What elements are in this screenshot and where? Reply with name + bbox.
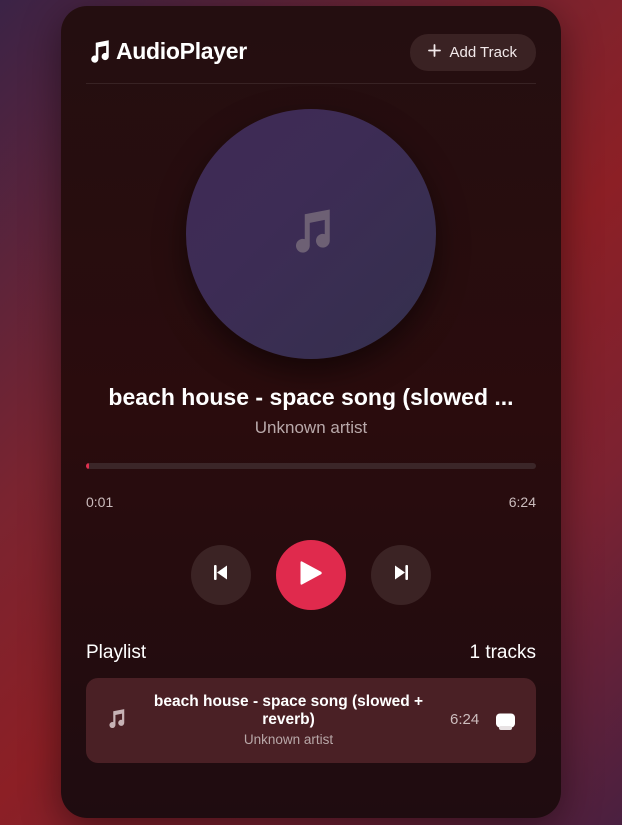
skip-back-icon: [214, 565, 228, 585]
playlist-item[interactable]: beach house - space song (slowed + rever…: [86, 678, 536, 763]
next-button[interactable]: [371, 545, 431, 605]
add-track-button[interactable]: Add Track: [410, 34, 536, 71]
brand: AudioPlayer: [86, 38, 247, 65]
app-title: AudioPlayer: [116, 38, 247, 64]
playlist-item-title: beach house - space song (slowed + rever…: [153, 693, 424, 728]
plus-icon: [428, 44, 442, 61]
header: AudioPlayer Add Track: [86, 34, 536, 84]
duration: 6:24: [508, 494, 536, 510]
music-note-icon: [286, 207, 336, 262]
playlist-label: Playlist: [86, 642, 147, 663]
progress-bar[interactable]: [86, 463, 536, 469]
add-track-label: Add Track: [449, 44, 517, 61]
playlist-item-text: beach house - space song (slowed + rever…: [141, 693, 436, 747]
skip-forward-icon: [394, 565, 408, 585]
album-art: [186, 109, 436, 359]
playlist-item-artist: Unknown artist: [243, 732, 334, 747]
current-time: 0:01: [86, 494, 114, 510]
track-title: beach house - space song (slowed ...: [108, 384, 514, 410]
track-artist: Unknown artist: [254, 418, 368, 437]
playback-controls: [61, 540, 561, 610]
music-note-icon: [86, 39, 112, 65]
header-divider: [86, 83, 536, 84]
progress-fill: [86, 463, 89, 469]
track-count: 1 tracks: [469, 642, 536, 663]
play-button[interactable]: [276, 540, 346, 610]
player-card: AudioPlayer Add Track beach house - spac…: [61, 6, 561, 818]
playlist-item-duration: 6:24: [450, 711, 480, 728]
play-icon: [299, 560, 323, 591]
playlist-header: Playlist 1 tracks: [86, 642, 536, 664]
delete-icon[interactable]: [495, 712, 516, 731]
previous-button[interactable]: [191, 545, 251, 605]
music-note-icon: [105, 708, 127, 732]
